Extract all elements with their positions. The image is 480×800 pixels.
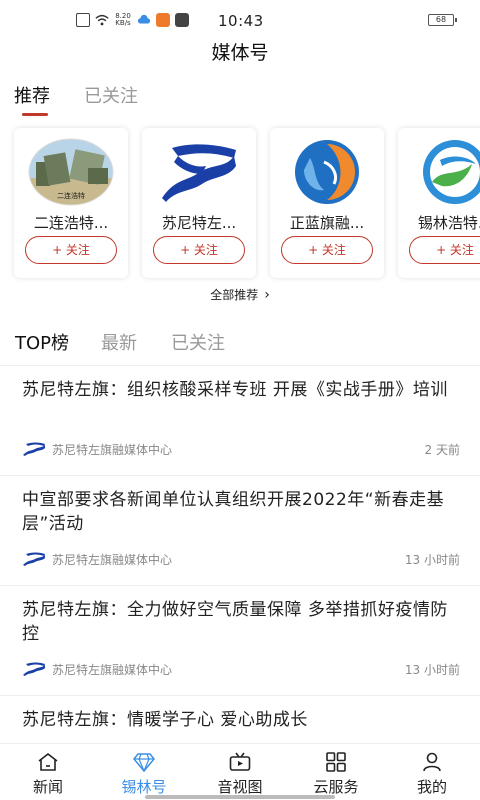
news-title: 中宣部要求各新闻单位认真组织开展2022年“新春走基层”活动 [22, 490, 445, 534]
news-item[interactable]: 苏尼特左旗：全力做好空气质量保障 多举措抓好疫情防控 苏尼特左旗融媒体中心 13… [0, 586, 480, 696]
media-card[interactable]: 锡林浩特... + 关注 [398, 128, 480, 278]
sim-icon [76, 13, 90, 27]
wifi-icon [95, 14, 109, 26]
media-name: 苏尼特左... [161, 214, 237, 232]
status-icons: 8.20 KB/s [76, 13, 189, 27]
follow-button[interactable]: + 关注 [409, 236, 480, 264]
sunite-logo [162, 144, 236, 202]
follow-button[interactable]: + 关注 [25, 236, 117, 264]
news-time: 2 天前 [424, 442, 460, 457]
media-name: 二连浩特... [33, 214, 109, 232]
app-notification-icon [156, 13, 170, 27]
news-title: 苏尼特左旗：情暖学子心 爱心助成长 [22, 710, 308, 730]
person-icon [423, 752, 441, 772]
nav-label: 我的 [416, 778, 447, 796]
nav-cloud-service[interactable]: 云服务 [288, 744, 384, 800]
home-icon [38, 752, 58, 771]
tab-list-followed[interactable]: 已关注 [171, 329, 225, 355]
nav-label: 音视图 [217, 778, 263, 796]
all-recommend-label: 全部推荐 [210, 288, 259, 302]
media-card[interactable]: 苏尼特左... + 关注 [142, 128, 256, 278]
bottom-nav: 新闻 锡林号 音视图 云服务 我的 [0, 743, 480, 800]
follow-button[interactable]: + 关注 [153, 236, 245, 264]
nav-label: 新闻 [32, 778, 63, 796]
media-carousel[interactable]: 二连浩特 二连浩特... + 关注 苏尼特左... + 关注 正蓝旗融... +… [0, 120, 480, 285]
source-logo-icon [23, 662, 45, 676]
top-tabs: 推荐 已关注 [0, 72, 480, 120]
news-time: 13 小时前 [404, 552, 460, 567]
news-title: 苏尼特左旗：全力做好空气质量保障 多举措抓好疫情防控 [22, 600, 448, 644]
news-source: 苏尼特左旗融媒体中心 [52, 552, 173, 567]
news-item[interactable]: 苏尼特左旗：组织核酸采样专班 开展《实战手册》培训 苏尼特左旗融媒体中心 2 天… [0, 366, 480, 476]
nav-xilinhao[interactable]: 锡林号 [96, 744, 192, 800]
news-meta: 苏尼特左旗融媒体中心 13 小时前 [22, 550, 460, 568]
net-speed-unit: KB/s [115, 19, 131, 27]
media-name: 正蓝旗融... [289, 214, 365, 232]
tab-followed[interactable]: 已关注 [84, 82, 138, 108]
nav-label: 锡林号 [121, 778, 167, 796]
media-card[interactable]: 二连浩特 二连浩特... + 关注 [14, 128, 128, 278]
message-icon [175, 13, 189, 27]
tab-active-indicator [22, 113, 48, 116]
net-speed: 8.20 KB/s [114, 13, 132, 27]
media-name: 锡林浩特... [417, 214, 480, 232]
tab-recommend[interactable]: 推荐 [14, 82, 50, 108]
status-bar: 8.20 KB/s 10:43 68 [0, 0, 480, 40]
media-card[interactable]: 正蓝旗融... + 关注 [270, 128, 384, 278]
video-icon [229, 752, 251, 771]
battery-level: 68 [435, 15, 447, 24]
news-time: 13 小时前 [404, 662, 460, 677]
logo-caption: 二连浩特 [57, 191, 85, 200]
nav-label: 云服务 [313, 778, 359, 796]
erlianhaote-logo: 二连浩特 [28, 138, 114, 206]
zhenglanqi-logo [295, 140, 359, 204]
news-source: 苏尼特左旗融媒体中心 [52, 662, 173, 677]
cloud-icon [137, 14, 151, 24]
all-recommend-link[interactable]: 全部推荐 › [0, 285, 480, 325]
news-list: 苏尼特左旗：组织核酸采样专班 开展《实战手册》培训 苏尼特左旗融媒体中心 2 天… [0, 366, 480, 800]
news-source: 苏尼特左旗融媒体中心 [52, 442, 173, 457]
nav-mine[interactable]: 我的 [384, 744, 480, 800]
nav-video[interactable]: 音视图 [192, 744, 288, 800]
battery-icon: 68 [428, 14, 457, 26]
news-meta: 苏尼特左旗融媒体中心 2 天前 [22, 440, 460, 458]
page-title: 媒体号 [211, 42, 269, 64]
status-time: 10:43 [218, 12, 264, 30]
chevron-right-icon: › [264, 287, 270, 303]
tab-top[interactable]: TOP榜 [15, 329, 69, 355]
news-meta: 苏尼特左旗融媒体中心 13 小时前 [22, 660, 460, 678]
tab-latest[interactable]: 最新 [101, 329, 137, 355]
news-item[interactable]: 中宣部要求各新闻单位认真组织开展2022年“新春走基层”活动 苏尼特左旗融媒体中… [0, 476, 480, 586]
xilinhaote-logo [423, 140, 480, 204]
grid-icon [326, 752, 346, 772]
home-indicator[interactable] [145, 795, 335, 799]
source-logo-icon [23, 552, 45, 566]
news-title: 苏尼特左旗：组织核酸采样专班 开展《实战手册》培训 [22, 380, 448, 400]
diamond-icon [133, 753, 155, 772]
nav-news[interactable]: 新闻 [0, 744, 96, 800]
list-tabs: TOP榜 最新 已关注 [0, 325, 480, 365]
follow-button[interactable]: + 关注 [281, 236, 373, 264]
source-logo-icon [23, 442, 45, 456]
